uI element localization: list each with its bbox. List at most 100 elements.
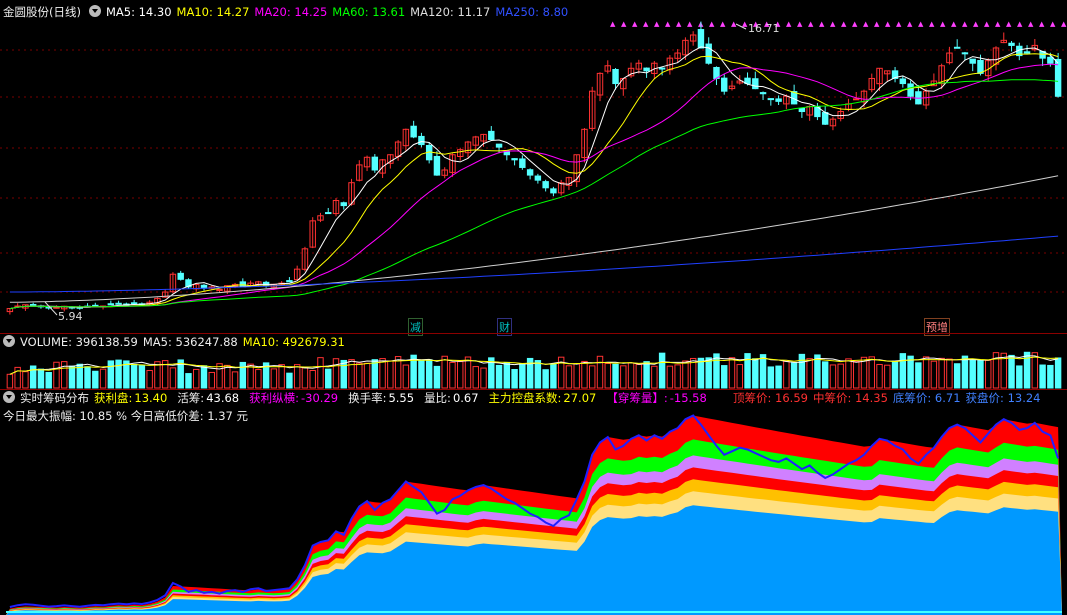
chip-panel[interactable]: 实时筹码分布 获利盘: 13.40 活筹: 43.68 获利纵横: -30.29 换手率: 5.… (0, 390, 1067, 615)
volume-bar (425, 359, 433, 389)
volume-bar (224, 364, 231, 389)
top-signal-mark: ▲ (797, 20, 803, 28)
volume-bar (829, 364, 837, 389)
volume-bar (53, 361, 60, 389)
volume-bar (985, 359, 992, 389)
candle-body (418, 135, 425, 146)
volume-bar (853, 361, 860, 389)
volume-bar (938, 357, 945, 389)
volume-bar (348, 359, 355, 389)
volume-bar (387, 360, 394, 389)
top-signal-mark: ▲ (984, 20, 990, 28)
volume-bar (798, 353, 806, 389)
volume-bar (449, 361, 456, 389)
ma-label-5: MA250: 8.80 (495, 5, 569, 19)
volume-menu-icon[interactable] (3, 335, 15, 347)
chip-line2: 今日最大振幅: 10.85 % 今日高低价差: 1.37 元 (3, 409, 248, 423)
volume-bar (200, 365, 208, 389)
chip-item-3: 换手率: 5.55 (348, 391, 415, 405)
volume-bar (278, 364, 285, 389)
volume-bar (255, 369, 262, 389)
candle-body (107, 303, 115, 306)
volume-bar (379, 358, 386, 389)
volume-bar (480, 367, 487, 389)
volume-bar (767, 366, 775, 389)
candle-body (130, 302, 138, 305)
volume-bar (627, 362, 635, 389)
top-signal-mark: ▲ (720, 20, 726, 28)
volume-bar (775, 365, 782, 389)
top-signal-mark: ▲ (907, 20, 913, 28)
volume-bar (922, 356, 930, 389)
kline-chart[interactable]: ▲ ▲ ▲ ▲ ▲ ▲ ▲ ▲ ▲ ▲ ▲ ▲ ▲ ▲ ▲ ▲ ▲ ▲ ▲ ▲ ▲ ▲ ▲ ▲ ▲ ▲ ▲ ▲ ▲ ▲ ▲ ▲ ▲ ▲ ▲ ▲ ▲ ▲ ▲ ▲… (0, 0, 1067, 333)
top-signal-mark: ▲ (863, 20, 869, 28)
candle-body (216, 288, 223, 291)
candle-body (977, 59, 984, 74)
top-signal-mark: ▲ (1061, 20, 1067, 28)
top-signal-mark: ▲ (687, 20, 693, 28)
top-signal-mark: ▲ (874, 20, 880, 28)
top-signal-mark: ▲ (929, 20, 935, 28)
volume-bar (790, 362, 798, 389)
candle-body (1008, 42, 1015, 46)
volume-bar (185, 373, 192, 389)
kline-panel[interactable]: ▲ ▲ ▲ ▲ ▲ ▲ ▲ ▲ ▲ ▲ ▲ ▲ ▲ ▲ ▲ ▲ ▲ ▲ ▲ ▲ ▲ ▲ ▲ ▲ ▲ ▲ ▲ ▲ ▲ ▲ ▲ ▲ ▲ ▲ ▲ ▲ ▲ ▲ ▲ ▲… (0, 0, 1067, 336)
candle-body (534, 175, 542, 181)
volume-bar (433, 365, 441, 389)
top-signal-mark: ▲ (841, 20, 847, 28)
volume-bar (759, 354, 767, 389)
volume-panel[interactable]: VOLUME: 396138.59 MA5: 536247.88 MA10: 492… (0, 334, 1067, 390)
volume-bar (635, 364, 643, 389)
volume-bar (169, 367, 177, 389)
top-signal-mark: ▲ (808, 20, 814, 28)
candle-body (410, 125, 417, 138)
volume-bar (92, 370, 99, 389)
top-signal-mark: ▲ (973, 20, 979, 28)
candle-body (1023, 51, 1031, 54)
top-signal-mark: ▲ (610, 20, 616, 28)
volume-bar (503, 361, 511, 389)
candle-body (340, 202, 347, 207)
chip-title: 实时筹码分布 (20, 391, 89, 405)
volume-bar (340, 359, 347, 389)
volume-bar (721, 365, 728, 389)
ma-label-0: MA5: 14.30 (105, 5, 172, 19)
candle-body (371, 156, 379, 171)
candle-body (969, 58, 976, 64)
top-signal-mark: ▲ (632, 20, 638, 28)
menu-toggle-icon[interactable] (88, 5, 101, 17)
candle-body (821, 112, 829, 125)
volume-bar (84, 366, 91, 389)
volume-bar (301, 367, 309, 389)
volume-bar (697, 357, 705, 389)
top-signal-mark: ▲ (995, 20, 1001, 28)
top-signal-mark: ▲ (940, 20, 946, 28)
top-signal-mark: ▲ (1006, 20, 1012, 28)
volume-bar (138, 364, 146, 389)
volume-bar (565, 365, 573, 389)
candle-body (775, 98, 782, 102)
chip-item-6: 【穿筹量】: -15.58 (606, 391, 707, 405)
top-signal-mark: ▲ (676, 20, 682, 28)
volume-bar (130, 363, 138, 389)
volume-bar (666, 365, 674, 389)
volume-bar (146, 369, 153, 389)
volume-bar (612, 363, 619, 389)
chip-price-2: 底筹价: 6.71 (892, 391, 961, 405)
volume-bar (472, 366, 479, 389)
volume-bar (363, 362, 371, 389)
volume-bar (736, 364, 743, 389)
candle-body (907, 83, 914, 97)
volume-bar (550, 363, 557, 389)
top-signal-mark: ▲ (819, 20, 825, 28)
top-signal-mark: ▲ (962, 20, 968, 28)
chip-item-0: 获利盘: 13.40 (94, 391, 168, 405)
volume-bar (418, 360, 425, 389)
stock-title: 金圆股份(日线) (3, 5, 81, 19)
volume-bar (604, 362, 611, 389)
chip-item-2: 获利纵横: -30.29 (249, 391, 339, 405)
volume-bar (332, 358, 340, 389)
chip-menu-icon[interactable] (3, 391, 15, 403)
volume-bar (519, 363, 526, 389)
volume-bar (6, 373, 14, 389)
